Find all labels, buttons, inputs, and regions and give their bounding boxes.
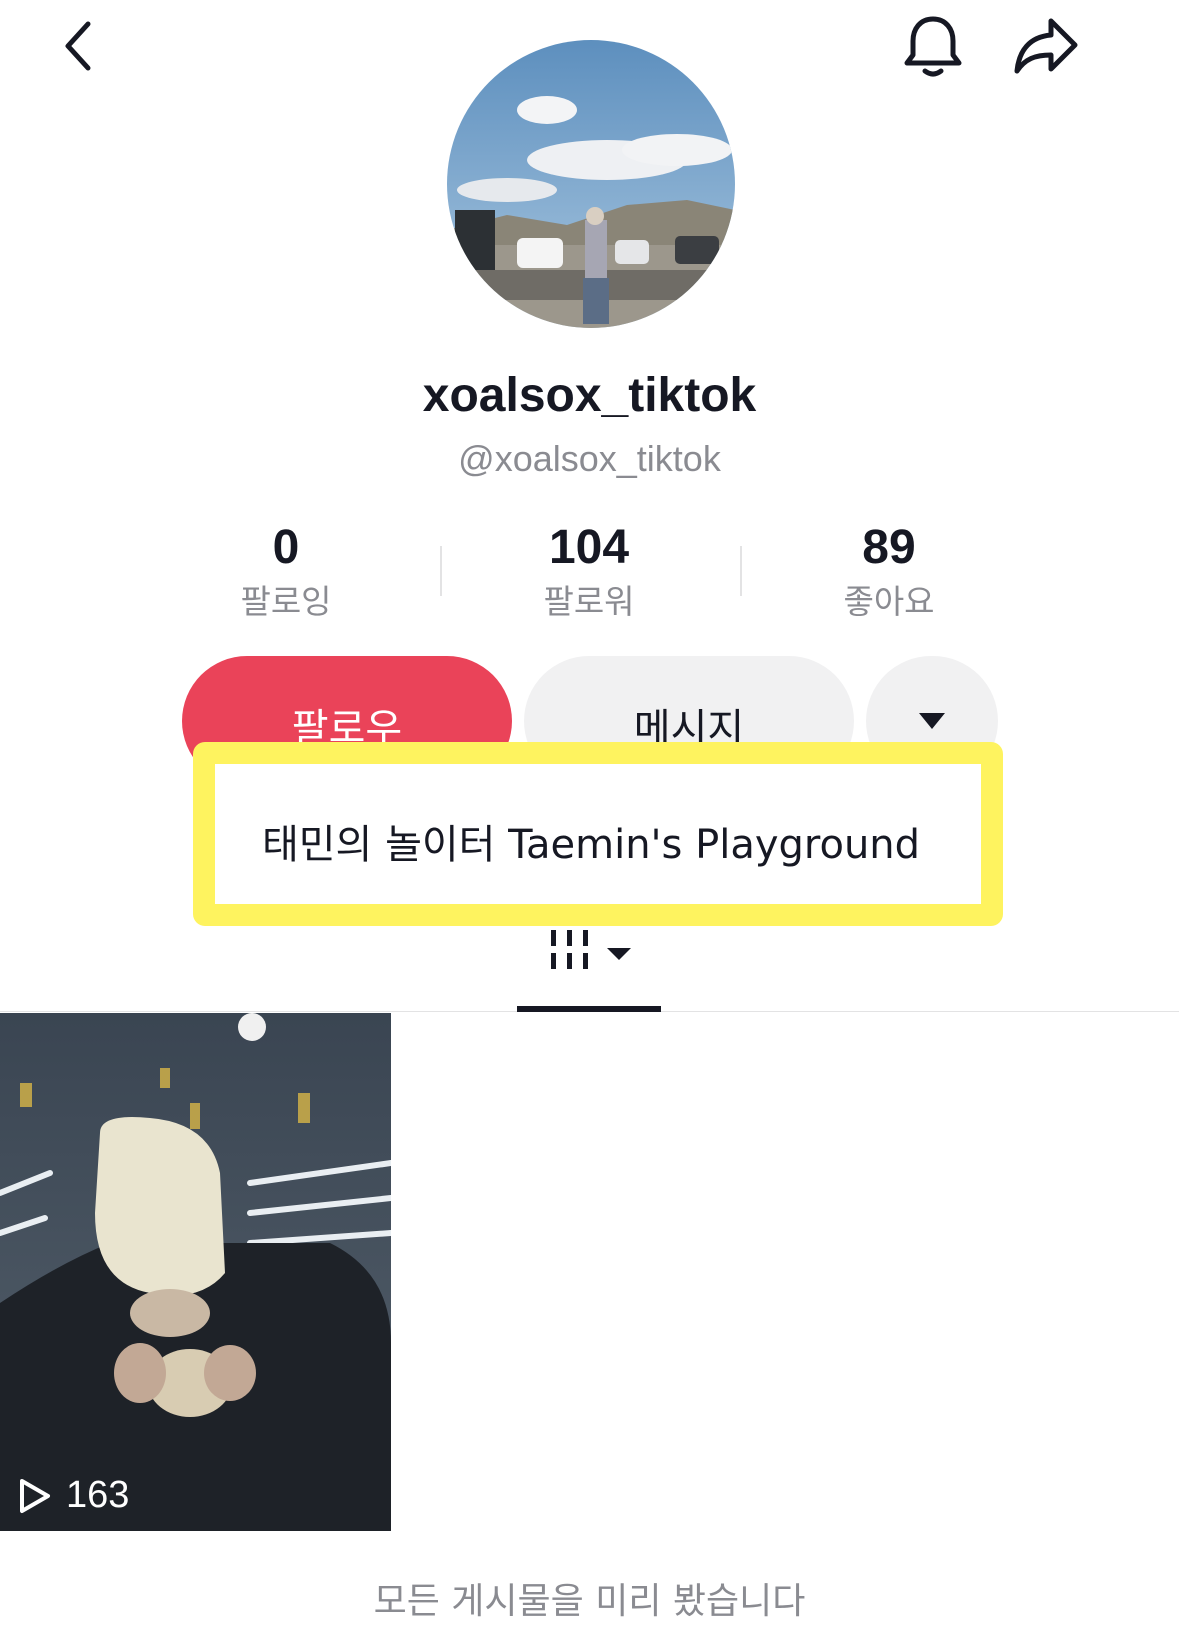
- share-arrow-icon: [1014, 18, 1078, 74]
- tab-videos[interactable]: [517, 920, 663, 1012]
- caret-down-icon: [919, 713, 945, 729]
- likes-label: 좋아요: [843, 582, 935, 621]
- followers-label: 팔로워: [543, 582, 635, 621]
- following-label: 팔로잉: [240, 582, 332, 621]
- likes-count: 89: [862, 521, 916, 574]
- video-thumbnail[interactable]: [0, 1013, 391, 1531]
- chevron-left-icon: [65, 21, 91, 71]
- stat-divider: [440, 546, 442, 596]
- grid-icon: [551, 930, 631, 969]
- stat-following[interactable]: 0 팔로잉: [176, 520, 396, 626]
- notification-button[interactable]: [898, 10, 968, 82]
- stat-divider: [740, 546, 742, 596]
- following-count: 0: [272, 521, 300, 574]
- username-handle: @xoalsox_tiktok: [458, 438, 721, 479]
- active-tab-indicator: [517, 1006, 661, 1012]
- profile-bio: 태민의 놀이터 Taemin's Playground: [261, 822, 921, 868]
- display-name: xoalsox_tiktok: [422, 369, 757, 422]
- share-button[interactable]: [1008, 10, 1084, 82]
- bell-icon: [904, 16, 962, 77]
- play-icon: [20, 1478, 50, 1513]
- followers-count: 104: [548, 521, 630, 574]
- end-of-feed-text: 모든 게시물을 미리 봤습니다: [373, 1581, 806, 1622]
- play-count: 163: [18, 1474, 129, 1517]
- stat-followers[interactable]: 104 팔로워: [479, 520, 699, 626]
- avatar[interactable]: [447, 40, 735, 328]
- play-count-value: 163: [66, 1474, 130, 1516]
- stat-likes[interactable]: 89 좋아요: [779, 520, 999, 626]
- back-button[interactable]: [48, 14, 108, 78]
